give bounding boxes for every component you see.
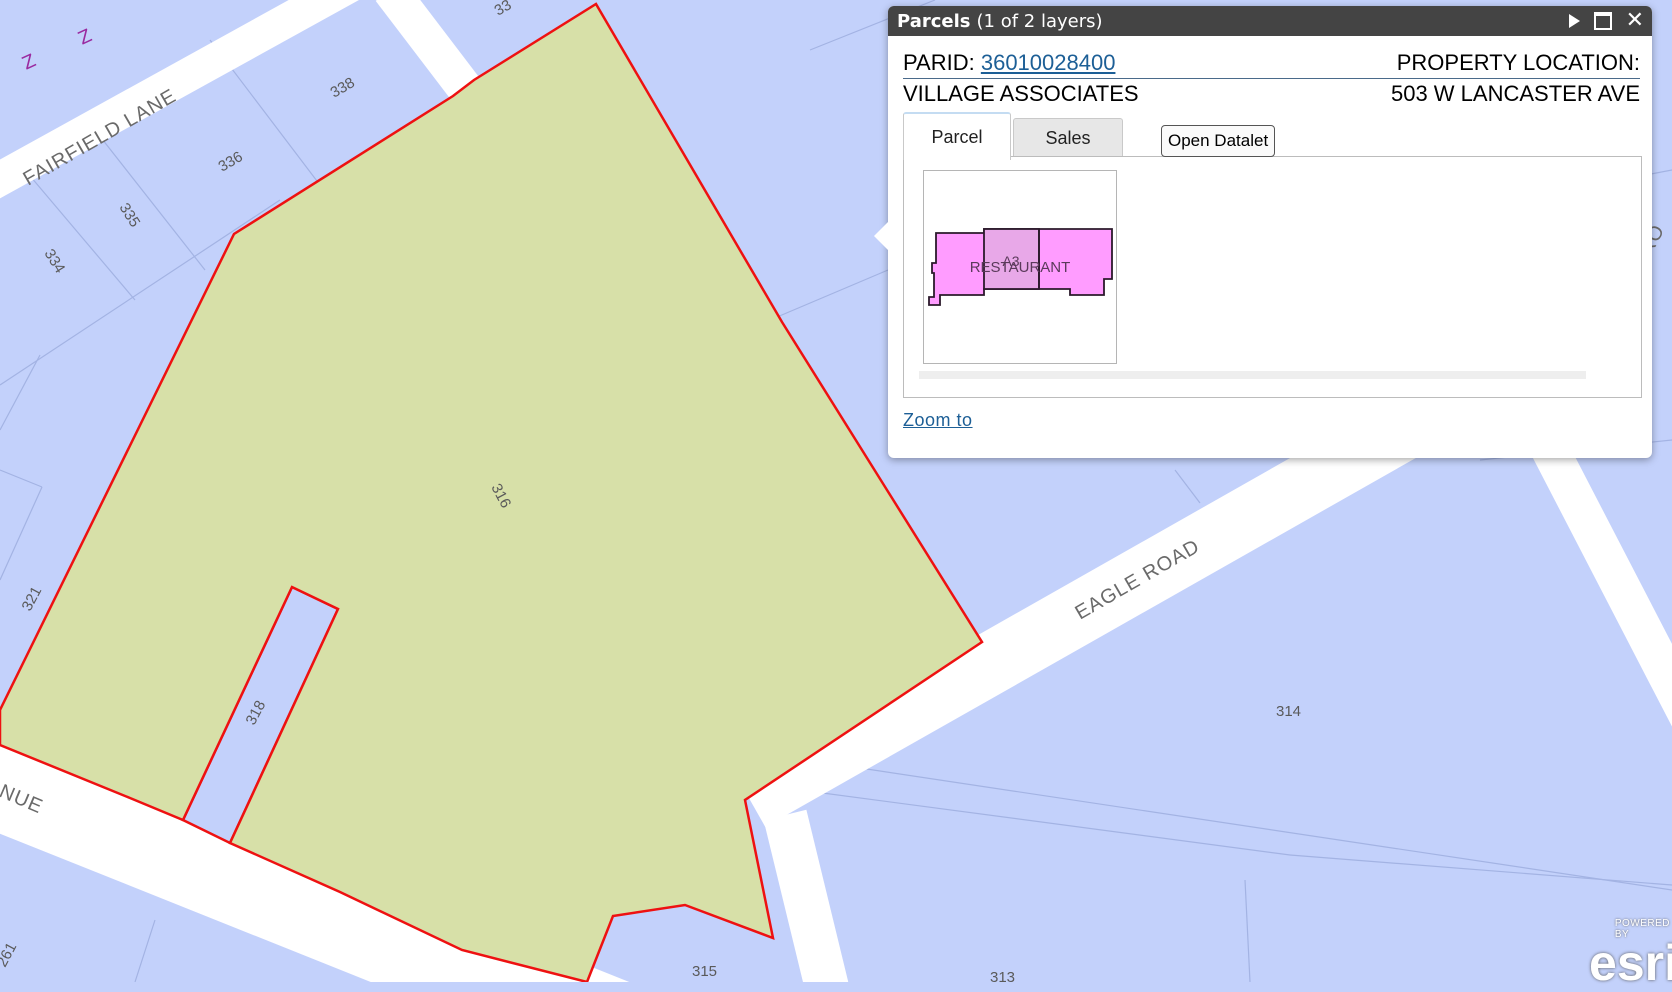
tab-content-parcel: Open Datalet A3 RESTAURANT <box>903 125 1642 398</box>
property-location-label: PROPERTY LOCATION: <box>1396 50 1640 75</box>
maximize-icon[interactable] <box>1593 12 1612 30</box>
parcel-label-315: 315 <box>692 963 717 980</box>
close-icon[interactable]: ✕ <box>1626 10 1644 32</box>
tab-sales[interactable]: Sales <box>1013 118 1123 157</box>
parcel-label-313: 313 <box>990 969 1015 982</box>
horizontal-scrollbar[interactable] <box>919 371 1586 379</box>
parid-link[interactable]: 36010028400 <box>981 50 1116 75</box>
info-popup: Parcels (1 of 2 layers) ✕ PARID: 3601002… <box>874 6 1652 458</box>
zoom-to-link[interactable]: Zoom to <box>903 410 973 431</box>
popup-titlebar: Parcels (1 of 2 layers) ✕ <box>888 6 1652 36</box>
property-address: 503 W LANCASTER AVE <box>1390 81 1640 106</box>
open-datalet-button[interactable]: Open Datalet <box>1161 125 1276 157</box>
building-sketch: A3 RESTAURANT <box>923 170 1117 364</box>
parid-field: PARID: 36010028400 <box>903 50 1115 76</box>
sketch-label: RESTAURANT <box>970 259 1071 276</box>
popup-subtitle: (1 of 2 layers) <box>976 10 1103 32</box>
clipped-text <box>919 379 979 384</box>
popup-header-info: PARID: 36010028400 PROPERTY LOCATION: VI… <box>903 50 1640 107</box>
sketch-drawing: A3 RESTAURANT <box>928 228 1113 306</box>
esri-attribution[interactable]: POWERED BY esri <box>1589 918 1672 991</box>
popup-title: Parcels <box>897 10 971 32</box>
parid-label: PARID: <box>903 50 975 75</box>
popup-pointer <box>874 222 888 250</box>
esri-logo: esri <box>1589 935 1672 991</box>
owner-name: VILLAGE ASSOCIATES <box>903 81 1139 106</box>
next-icon[interactable] <box>1568 14 1580 28</box>
parcel-label-314: 314 <box>1276 703 1301 720</box>
tab-parcel[interactable]: Parcel <box>903 112 1011 160</box>
